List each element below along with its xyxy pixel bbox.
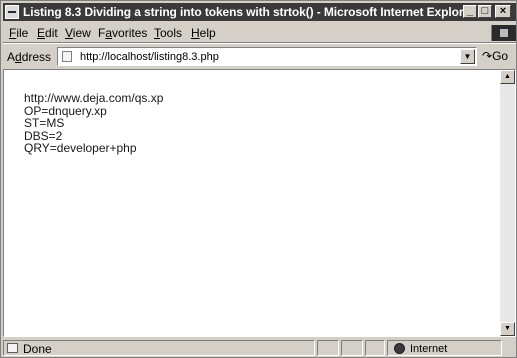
address-bar: Address ▼ ↷Go (3, 43, 516, 69)
status-cell (341, 340, 363, 356)
status-cell (317, 340, 339, 356)
resize-grip[interactable] (503, 340, 516, 356)
menu-edit[interactable]: Edit (37, 26, 58, 40)
menu-view[interactable]: View (65, 26, 91, 40)
windows-logo-icon (491, 25, 516, 41)
minimize-button[interactable]: _ (463, 5, 477, 18)
menu-tools[interactable]: Tools (154, 26, 182, 40)
chevron-down-icon[interactable]: ▼ (460, 49, 475, 64)
page-text: http://www.deja.com/qs.xp OP=dnquery.xp … (24, 92, 163, 155)
browser-window: Listing 8.3 Dividing a string into token… (0, 0, 517, 358)
zone-label: Internet (410, 343, 448, 355)
status-text: Done (23, 342, 52, 356)
menu-bar: File Edit View Favorites Tools Help (3, 23, 516, 43)
window-title: Listing 8.3 Dividing a string into token… (23, 5, 475, 19)
globe-icon (394, 343, 405, 354)
page-icon (62, 51, 72, 62)
vertical-scrollbar[interactable]: ▲ ▼ (500, 70, 515, 336)
maximize-button[interactable]: □ (478, 5, 492, 18)
address-label: Address (7, 50, 52, 64)
page-icon (7, 343, 18, 353)
go-arrow-icon: ↷ (482, 49, 493, 63)
menu-file[interactable]: File (9, 26, 28, 40)
page-line: QRY=developer+php (24, 141, 137, 155)
scroll-down-button[interactable]: ▼ (500, 322, 515, 336)
close-button[interactable]: × (495, 5, 511, 18)
page-line: http://www.deja.com/qs.xp (24, 91, 164, 105)
go-button[interactable]: ↷Go (482, 49, 508, 63)
address-input[interactable] (80, 49, 450, 64)
scroll-up-button[interactable]: ▲ (500, 70, 515, 84)
menu-favorites[interactable]: Favorites (98, 26, 147, 40)
page-line: ST=MS (24, 116, 65, 130)
ie-page-icon[interactable] (5, 5, 19, 19)
security-zone[interactable]: Internet (387, 340, 502, 356)
status-bar: Done Internet (3, 339, 516, 357)
menu-help[interactable]: Help (191, 26, 216, 40)
status-cell (365, 340, 385, 356)
page-content: http://www.deja.com/qs.xp OP=dnquery.xp … (3, 69, 516, 337)
title-bar[interactable]: Listing 8.3 Dividing a string into token… (3, 3, 516, 21)
address-field[interactable]: ▼ (57, 47, 477, 66)
status-main: Done (3, 340, 315, 356)
